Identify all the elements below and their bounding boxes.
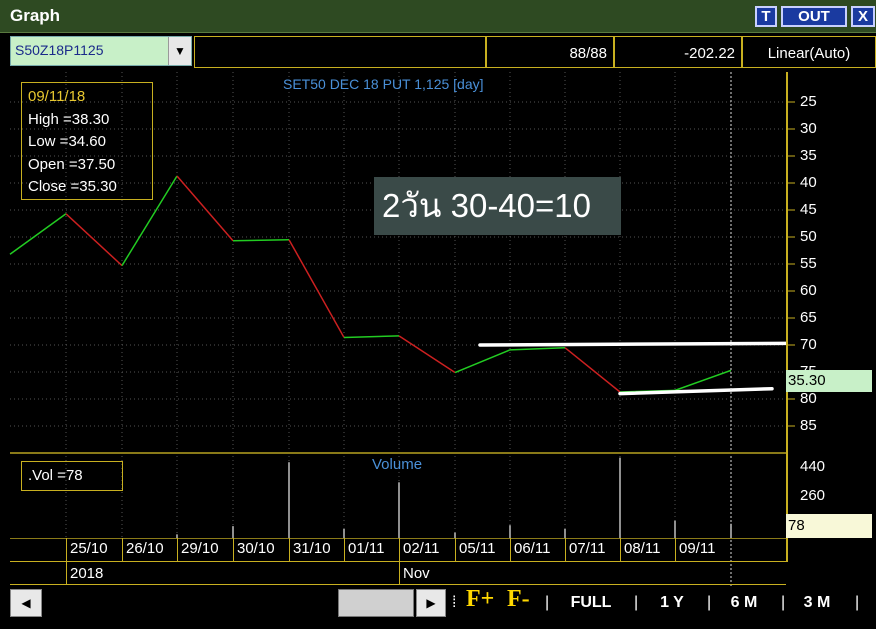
6m-button[interactable]: 6 M [722, 589, 766, 617]
price-segment [454, 349, 511, 374]
price-segment [509, 346, 566, 351]
y-tick-label: 65 [800, 309, 817, 326]
price-segment [398, 335, 456, 374]
date-divider [177, 538, 178, 562]
zoom-in-button[interactable]: F+ [466, 586, 494, 613]
separator: | [781, 594, 786, 611]
price-tag: 35.30 [786, 370, 872, 392]
full-button[interactable]: FULL [563, 589, 619, 617]
volume-tick: 260 [800, 487, 826, 504]
separator: ⁞ [452, 594, 457, 611]
date-label: 25/10 [70, 540, 108, 557]
date-divider [66, 538, 67, 562]
date-label: 31/10 [293, 540, 331, 557]
date-divider [122, 538, 123, 562]
date-label: 09/11 [679, 540, 716, 557]
date-divider [455, 538, 456, 562]
ohlc-low: Low =34.60 [28, 133, 106, 150]
annotation-text: 2วัน 30-40=10 [374, 177, 621, 235]
scroll-left-icon[interactable]: ◀ [10, 589, 42, 617]
price-segment [288, 239, 345, 338]
trend-line [478, 341, 788, 347]
date-label: 01/11 [348, 540, 385, 557]
month-divider [66, 562, 67, 585]
separator: | [634, 594, 639, 611]
zoom-out-button[interactable]: F- [507, 586, 530, 613]
date-label: 07/11 [569, 540, 606, 557]
month-divider [399, 562, 400, 585]
ohlc-open: Open =37.50 [28, 155, 116, 173]
volume-readout: .Vol =78 [21, 461, 123, 491]
price-segment [564, 347, 621, 393]
price-segment [65, 213, 123, 267]
1y-button[interactable]: 1 Y [650, 589, 694, 617]
axis-divider [786, 72, 788, 562]
price-segment [674, 369, 732, 392]
volume-bars [176, 457, 732, 538]
date-label: 05/11 [459, 540, 496, 557]
date-divider [289, 538, 290, 562]
volume-title: Volume [372, 456, 423, 473]
date-label: 06/11 [514, 540, 551, 557]
y-tick-label: 45 [800, 201, 817, 218]
date-label: 30/10 [237, 540, 275, 557]
panel-divider [10, 452, 786, 454]
date-divider [675, 538, 676, 562]
trend-lines [478, 341, 788, 396]
price-segment [176, 175, 234, 242]
y-tick-label: 50 [800, 228, 817, 245]
month-label: 2018 [70, 565, 104, 582]
price-segment [9, 213, 67, 255]
ohlc-close: Close =35.30 [28, 178, 117, 195]
volume-tick: 440 [800, 458, 826, 475]
y-tick-label: 85 [800, 417, 817, 434]
date-label: 26/10 [126, 540, 164, 557]
price-line [9, 175, 732, 393]
trend-line [618, 386, 774, 396]
3m-button[interactable]: 3 M [795, 589, 839, 617]
date-divider [620, 538, 621, 562]
volume-tag: 78 [786, 514, 872, 538]
ohlc-date: 09/11/18 [28, 88, 86, 105]
window-edge [876, 0, 882, 629]
date-divider [233, 538, 234, 562]
y-tick-label: 80 [800, 390, 817, 407]
date-label: 08/11 [624, 540, 661, 557]
ohlc-high: High =38.30 [28, 110, 110, 128]
price-segment [343, 335, 400, 339]
price-segment [232, 238, 290, 242]
scroll-thumb[interactable] [338, 589, 414, 617]
chart-title: SET50 DEC 18 PUT 1,125 [day] [283, 76, 484, 92]
y-tick-label: 55 [800, 255, 817, 272]
month-label: Nov [403, 565, 430, 582]
scroll-right-icon[interactable]: ▶ [416, 589, 446, 617]
separator: | [707, 594, 712, 611]
date-divider [510, 538, 511, 562]
y-tick-label: 70 [800, 336, 817, 353]
separator: | [545, 594, 550, 611]
y-tick-label: 40 [800, 174, 817, 191]
month-axis [10, 562, 786, 585]
y-tick-label: 35 [800, 147, 817, 164]
date-label: 02/11 [403, 540, 440, 557]
y-tick-label: 25 [800, 93, 817, 110]
date-divider [344, 538, 345, 562]
separator: | [855, 594, 860, 611]
date-label: 29/10 [181, 540, 219, 557]
y-tick-label: 30 [800, 120, 817, 137]
date-divider [399, 538, 400, 562]
y-tick-label: 60 [800, 282, 817, 299]
ohlc-box: 09/11/18 High =38.30 Low =34.60 Open =37… [21, 82, 153, 200]
date-divider [565, 538, 566, 562]
